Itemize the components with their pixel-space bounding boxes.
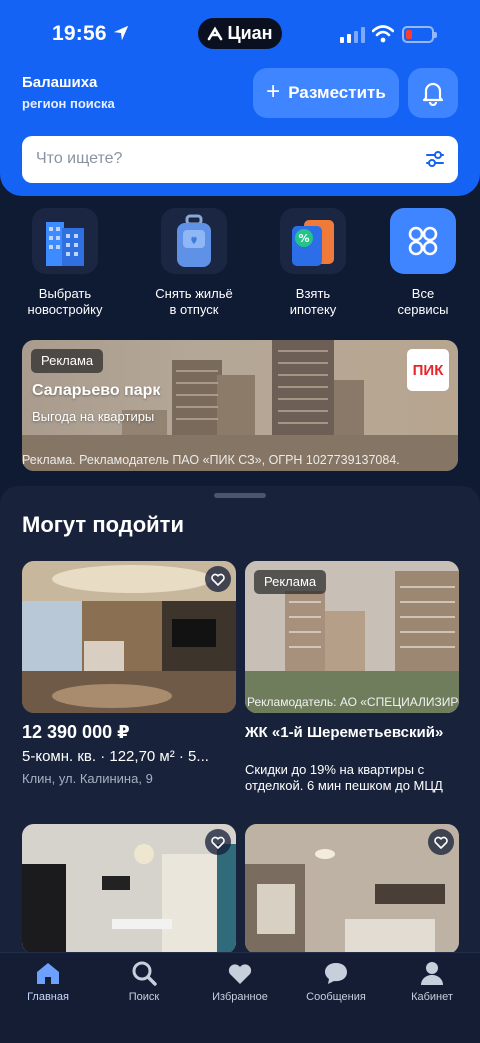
pik-logo: ПИК <box>407 349 449 391</box>
tab-label: Поиск <box>128 991 160 1003</box>
region-label[interactable]: регион поиска <box>22 96 115 111</box>
section-title: Могут подойти <box>22 512 184 537</box>
ad-description: Скидки до 19% на квартиры с отделкой. 6 … <box>245 762 443 793</box>
tab-label: Сообщения <box>306 991 366 1003</box>
services-row: Выбрать новостройку Снять жильё в отпуск… <box>0 208 480 328</box>
home-icon <box>37 963 59 984</box>
service-all[interactable]: Все сервисы <box>363 208 480 318</box>
search-placeholder: Что ищете? <box>36 150 123 167</box>
tab-bar: Главная Поиск Избранное Сообщения Кабине… <box>0 952 480 1043</box>
tab-messages[interactable]: Сообщения <box>288 959 384 1003</box>
signal-icon <box>340 27 365 43</box>
listing-photo[interactable] <box>22 824 236 954</box>
heart-outline-icon <box>211 836 225 849</box>
favorite-button[interactable] <box>205 566 231 592</box>
user-icon <box>421 962 443 985</box>
tab-label: Кабинет <box>411 991 453 1003</box>
cian-logo-icon <box>208 25 223 40</box>
favorite-button[interactable] <box>428 829 454 855</box>
search-input[interactable]: Что ищете? <box>22 136 458 183</box>
ad-listing-photo[interactable]: Реклама Рекламодатель: АО «СПЕЦИАЛИЗИРОВ… <box>245 561 459 713</box>
tab-home[interactable]: Главная <box>0 959 96 1003</box>
plus-icon: + <box>266 78 281 105</box>
mortgage-icon: % <box>280 208 346 274</box>
service-label: Взять ипотеку <box>289 286 337 317</box>
heart-outline-icon <box>434 836 448 849</box>
recommendations-sheet: Могут подойти 12 390 000 ₽ 5-комн. кв. ·… <box>0 486 480 956</box>
listing-address: Клин, ул. Калинина, 9 <box>22 771 153 786</box>
listing-params: 5-комн. кв. · 122,70 м² · 5... <box>22 748 209 765</box>
post-ad-label: Разместить <box>288 83 386 102</box>
notifications-button[interactable] <box>408 68 458 118</box>
location-arrow-icon <box>113 25 129 41</box>
tab-profile[interactable]: Кабинет <box>384 959 480 1003</box>
promo-banner[interactable]: Реклама Саларьево парк Выгода на квартир… <box>22 340 458 471</box>
grid-icon <box>390 208 456 274</box>
chat-bubble-icon <box>325 963 347 984</box>
service-mortgage[interactable]: % Взять ипотеку <box>253 208 373 318</box>
city-name[interactable]: Балашиха <box>22 74 97 91</box>
status-time: 19:56 <box>52 22 107 45</box>
ad-disclaimer: Рекламодатель: АО «СПЕЦИАЛИЗИРОВАННЫЙ <box>247 695 459 709</box>
banner-subtitle: Выгода на квартиры <box>32 409 155 424</box>
post-ad-button[interactable]: + Разместить <box>253 68 399 118</box>
service-label: Выбрать новостройку <box>27 286 103 317</box>
bell-icon <box>422 82 444 106</box>
ad-badge: Реклама <box>254 570 327 594</box>
banner-disclaimer: Реклама. Рекламодатель ПАО «ПИК СЗ», ОГР… <box>22 453 400 467</box>
filter-icon[interactable] <box>424 148 446 170</box>
service-vacation-rent[interactable]: Снять жильё в отпуск <box>134 208 254 318</box>
service-new-buildings[interactable]: Выбрать новостройку <box>5 208 125 318</box>
listing-photo[interactable] <box>245 824 459 954</box>
brand-pill: Циан <box>198 18 282 49</box>
service-label: Снять жильё в отпуск <box>155 286 233 317</box>
ad-title: ЖК «1-й Шереметьевский» <box>245 724 444 741</box>
heart-icon <box>228 964 252 984</box>
favorite-button[interactable] <box>205 829 231 855</box>
tab-search[interactable]: Поиск <box>96 959 192 1003</box>
wifi-icon <box>372 25 394 43</box>
building-icon <box>32 208 98 274</box>
heart-outline-icon <box>211 573 225 586</box>
brand-name: Циан <box>227 23 273 43</box>
service-label: Все сервисы <box>397 286 449 317</box>
tab-label: Избранное <box>212 991 268 1003</box>
banner-title: Саларьево парк <box>32 382 161 399</box>
suitcase-icon <box>161 208 227 274</box>
ad-badge: Реклама <box>31 349 104 373</box>
status-bar: 19:56 Циан <box>0 0 480 64</box>
sheet-handle[interactable] <box>214 493 266 498</box>
listing-price: 12 390 000 ₽ <box>22 722 130 742</box>
tab-favorites[interactable]: Избранное <box>192 959 288 1003</box>
listing-photo[interactable] <box>22 561 236 713</box>
svg-text:%: % <box>298 232 309 245</box>
tab-label: Главная <box>27 991 69 1003</box>
search-icon <box>132 961 157 986</box>
battery-icon <box>402 26 437 43</box>
header: 19:56 Циан Балашиха регион поиска + Разм… <box>0 0 480 196</box>
